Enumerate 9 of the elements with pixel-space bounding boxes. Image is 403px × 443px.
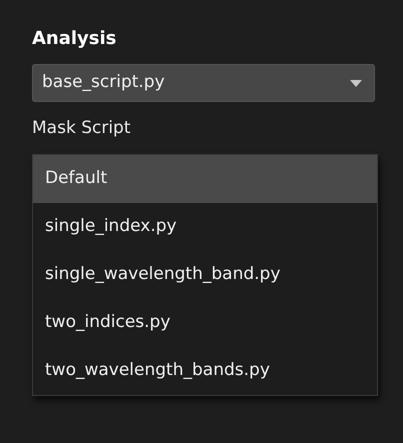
field-label: Mask Script (32, 117, 132, 140)
menu-option[interactable]: single_wavelength_band.py (33, 251, 377, 299)
caret-icon (350, 80, 362, 86)
menu-option[interactable]: single_index.py (33, 203, 377, 251)
menu-option[interactable]: two_indices.py (33, 299, 377, 347)
menu-option[interactable]: two_wavelength_bands.py (33, 347, 377, 395)
section-title: Analysis (32, 27, 118, 51)
script-dropdown[interactable]: base_script.py (32, 64, 375, 102)
menu-option[interactable]: Default (33, 155, 377, 203)
